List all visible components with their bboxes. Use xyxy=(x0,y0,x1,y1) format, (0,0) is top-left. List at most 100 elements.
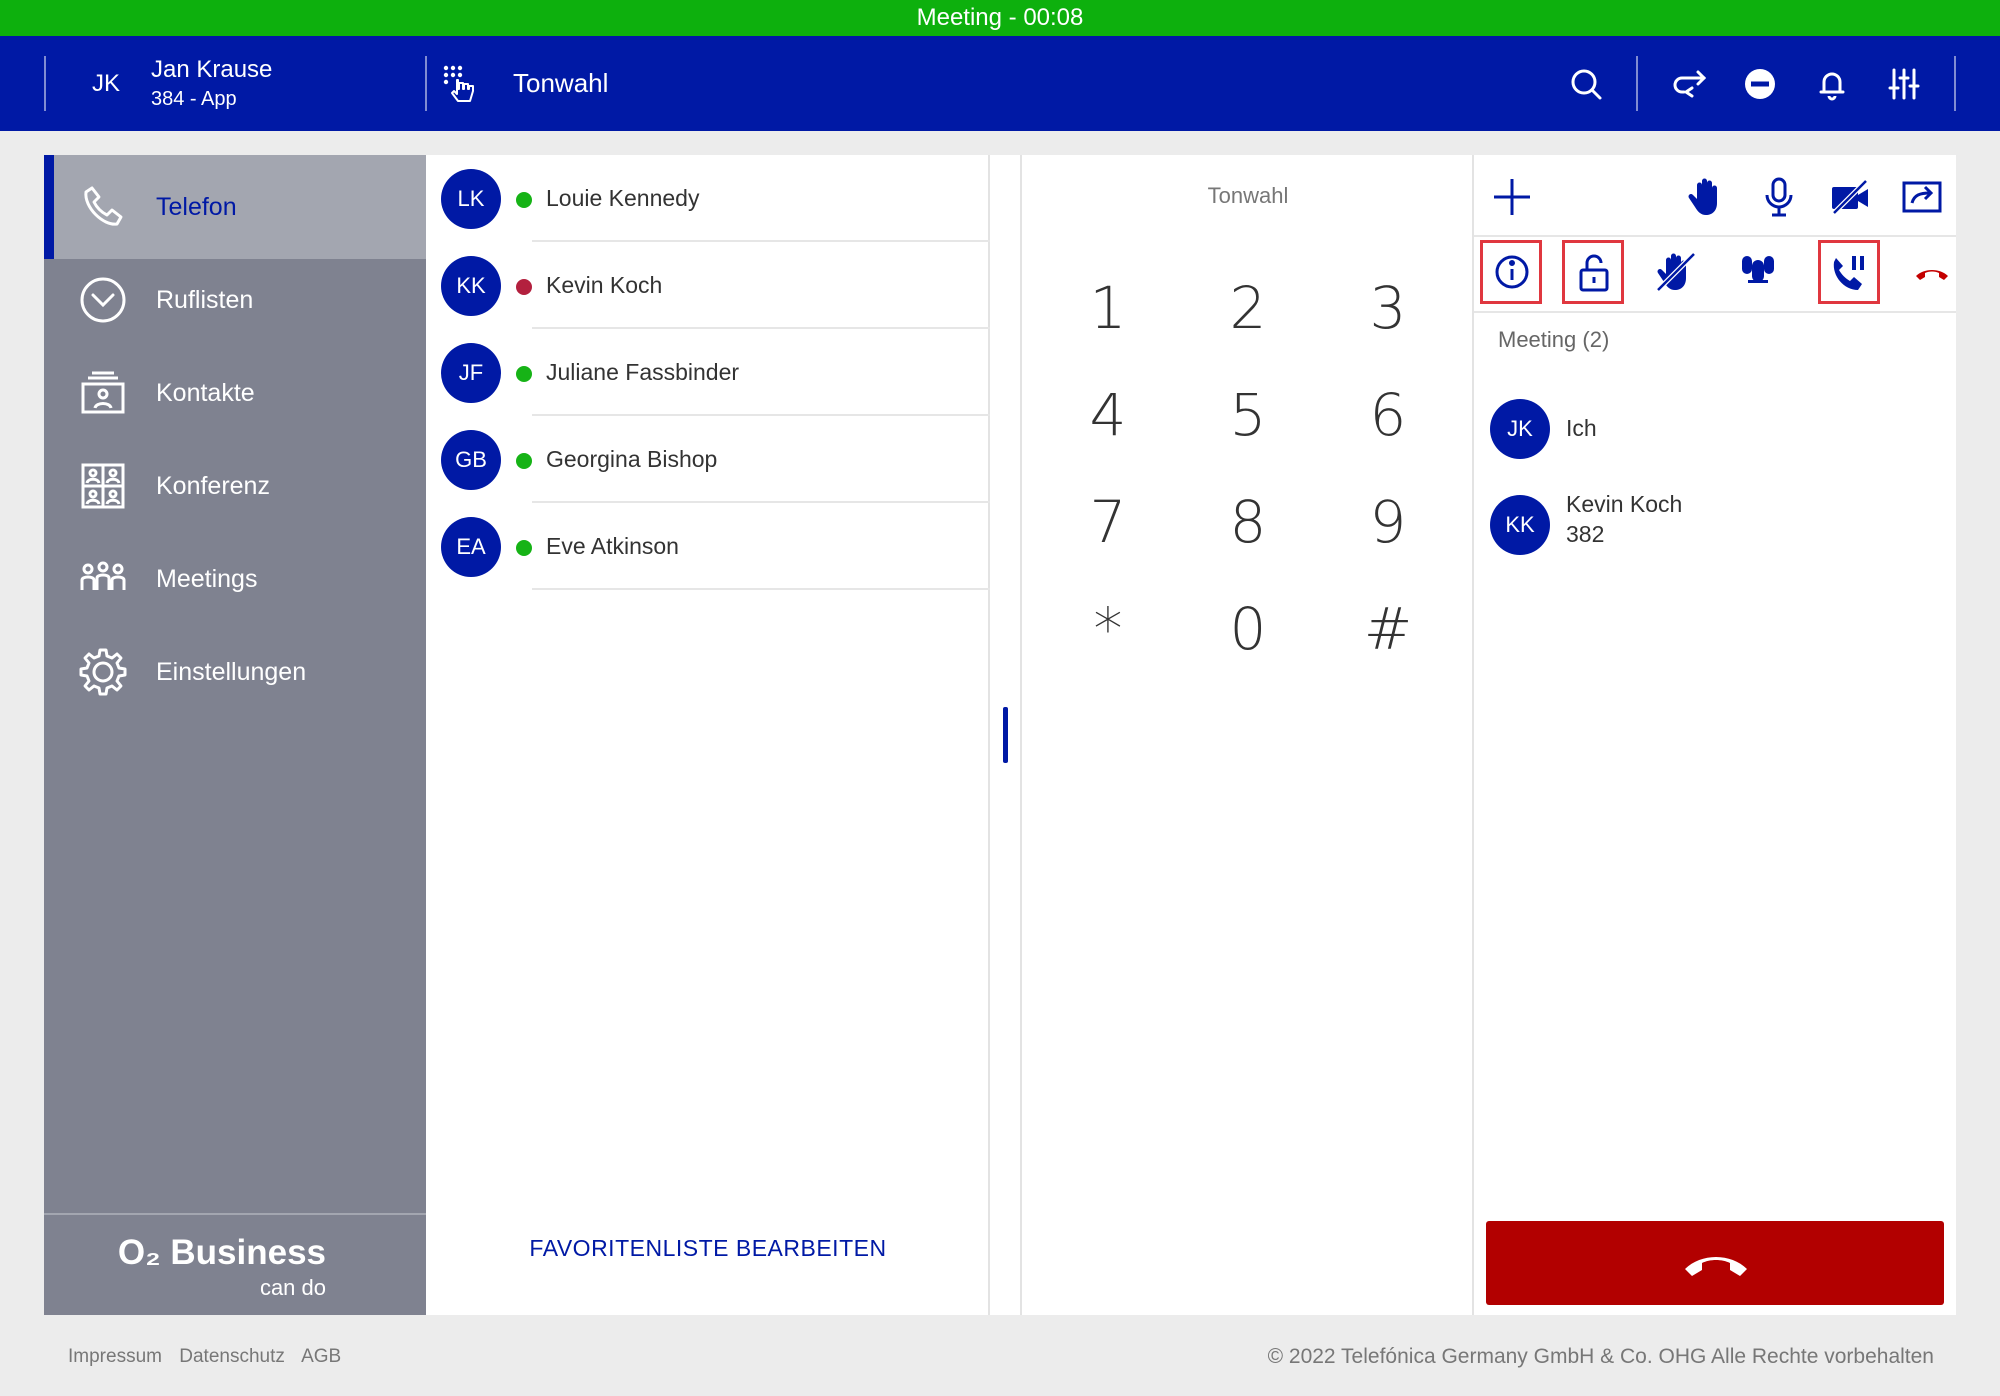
avatar: JK xyxy=(1490,399,1550,459)
meetings-icon xyxy=(80,561,126,590)
favorite-item[interactable]: GB Georgina Bishop xyxy=(426,416,990,503)
dialpad-panel: Tonwahl 1 2 3 4 5 6 7 8 9 * 0 # xyxy=(1022,155,1474,1315)
gear-icon xyxy=(79,648,127,696)
avatar: KK xyxy=(1490,495,1550,555)
sidebar-item-meetings[interactable]: Meetings xyxy=(44,527,426,631)
dial-key-hash[interactable]: # xyxy=(1328,579,1448,679)
favorite-item[interactable]: EA Eve Atkinson xyxy=(426,503,990,590)
sidebar-item-telefon[interactable]: Telefon xyxy=(44,155,426,259)
sidebar-item-ruflisten[interactable]: Ruflisten xyxy=(44,248,426,352)
lower-all-hands-icon[interactable] xyxy=(1654,250,1698,294)
impressum-link[interactable]: Impressum xyxy=(68,1346,162,1367)
video-off-icon[interactable] xyxy=(1828,175,1872,219)
panel-splitter xyxy=(990,155,1022,1315)
sidebar-item-label: Telefon xyxy=(156,193,237,221)
divider xyxy=(1474,311,1956,313)
sidebar-nav: Telefon Ruflisten Kontakte Konferenz Mee… xyxy=(44,155,426,1315)
presence-dot xyxy=(516,453,532,469)
dial-key-2[interactable]: 2 xyxy=(1188,258,1308,358)
sidebar-item-label: Ruflisten xyxy=(156,286,254,314)
clock-icon xyxy=(80,277,126,323)
brand-tagline: can do xyxy=(259,1275,326,1300)
favorite-name: Georgina Bishop xyxy=(546,446,718,472)
hang-up-button[interactable] xyxy=(1486,1221,1944,1305)
participant-extension: 382 xyxy=(1566,521,1605,547)
microphone-icon[interactable] xyxy=(1757,175,1801,219)
brand-logo: O₂ Business can do xyxy=(44,1213,426,1315)
sidebar-item-label: Einstellungen xyxy=(156,658,307,686)
dial-key-8[interactable]: 8 xyxy=(1188,472,1308,572)
bell-icon[interactable] xyxy=(1812,64,1852,104)
dial-key-0[interactable]: 0 xyxy=(1188,579,1308,679)
search-icon[interactable] xyxy=(1566,64,1606,104)
share-screen-icon[interactable] xyxy=(1900,175,1944,219)
user-initials[interactable]: JK xyxy=(92,36,120,131)
dial-key-6[interactable]: 6 xyxy=(1328,365,1448,465)
hang-up-icon xyxy=(1685,1257,1747,1276)
favorite-name: Juliane Fassbinder xyxy=(546,359,740,385)
conference-icon xyxy=(81,463,125,509)
meeting-participant-count: Meeting (2) xyxy=(1498,327,1610,352)
app-header: JK Jan Krause 384 - App Tonwahl xyxy=(0,36,2000,131)
avatar: EA xyxy=(441,517,501,577)
favorite-item[interactable]: KK Kevin Koch xyxy=(426,242,990,329)
info-icon[interactable] xyxy=(1490,250,1534,294)
splitter-handle[interactable] xyxy=(1003,707,1008,763)
sidebar-item-label: Konferenz xyxy=(156,472,270,500)
presence-dot xyxy=(516,540,532,556)
favorite-name: Kevin Koch xyxy=(546,272,663,298)
sidebar-item-kontakte[interactable]: Kontakte xyxy=(44,341,426,445)
avatar: JF xyxy=(441,343,501,403)
dial-key-3[interactable]: 3 xyxy=(1328,258,1448,358)
lock-open-icon[interactable] xyxy=(1572,250,1616,294)
phone-icon xyxy=(84,186,123,226)
header-divider xyxy=(1636,56,1638,111)
favorites-list: LK Louie Kennedy KK Kevin Koch JF Julian… xyxy=(426,155,990,1315)
raise-hand-icon[interactable] xyxy=(1685,175,1729,219)
sidebar-item-label: Kontakte xyxy=(156,379,255,407)
dial-key-star[interactable]: * xyxy=(1048,579,1168,679)
contacts-icon xyxy=(81,371,125,414)
sidebar-item-einstellungen[interactable]: Einstellungen xyxy=(44,620,426,724)
user-extension: 384 - App xyxy=(151,88,237,110)
user-name[interactable]: Jan Krause xyxy=(151,56,272,84)
favorite-item[interactable]: JF Juliane Fassbinder xyxy=(426,329,990,416)
avatar: LK xyxy=(441,169,501,229)
page-title: Tonwahl xyxy=(513,68,609,98)
dial-key-1[interactable]: 1 xyxy=(1048,258,1168,358)
datenschutz-link[interactable]: Datenschutz xyxy=(179,1346,285,1367)
sidebar-item-label: Meetings xyxy=(156,565,258,593)
presence-dot xyxy=(516,192,532,208)
divider xyxy=(1474,235,1956,237)
participant-item[interactable]: JK Ich xyxy=(1474,385,1956,475)
presence-dot xyxy=(516,279,532,295)
settings-sliders-icon[interactable] xyxy=(1884,64,1924,104)
edit-favorites-link[interactable]: FAVORITENLISTE BEARBEITEN xyxy=(426,1235,990,1262)
call-moderator-icon[interactable] xyxy=(1828,250,1872,294)
dial-key-9[interactable]: 9 xyxy=(1328,472,1448,572)
leave-call-icon[interactable] xyxy=(1910,250,1954,294)
favorite-name: Louie Kennedy xyxy=(546,185,700,211)
favorite-item[interactable]: LK Louie Kennedy xyxy=(426,155,990,242)
add-icon[interactable] xyxy=(1490,175,1534,219)
do-not-disturb-icon[interactable] xyxy=(1740,64,1780,104)
favorite-name: Eve Atkinson xyxy=(546,533,679,559)
call-forward-icon[interactable] xyxy=(1668,64,1708,104)
avatar: GB xyxy=(441,430,501,490)
dial-key-5[interactable]: 5 xyxy=(1188,365,1308,465)
dialpad-title: Tonwahl xyxy=(1207,183,1289,208)
dial-key-4[interactable]: 4 xyxy=(1048,365,1168,465)
divider xyxy=(532,588,990,590)
mute-all-icon[interactable] xyxy=(1736,250,1780,294)
call-status-bar: Meeting - 00:08 xyxy=(0,0,2000,36)
participant-item[interactable]: KK Kevin Koch 382 xyxy=(1474,481,1956,571)
participant-name: Kevin Koch xyxy=(1566,491,1683,517)
brand-name: O₂ Business xyxy=(117,1233,326,1272)
copyright-text: © 2022 Telefónica Germany GmbH & Co. OHG… xyxy=(1267,1345,1934,1368)
agb-link[interactable]: AGB xyxy=(301,1346,341,1367)
participant-name: Ich xyxy=(1566,415,1597,441)
avatar: KK xyxy=(441,256,501,316)
header-divider xyxy=(1954,56,1956,111)
dial-key-7[interactable]: 7 xyxy=(1048,472,1168,572)
sidebar-item-konferenz[interactable]: Konferenz xyxy=(44,434,426,538)
